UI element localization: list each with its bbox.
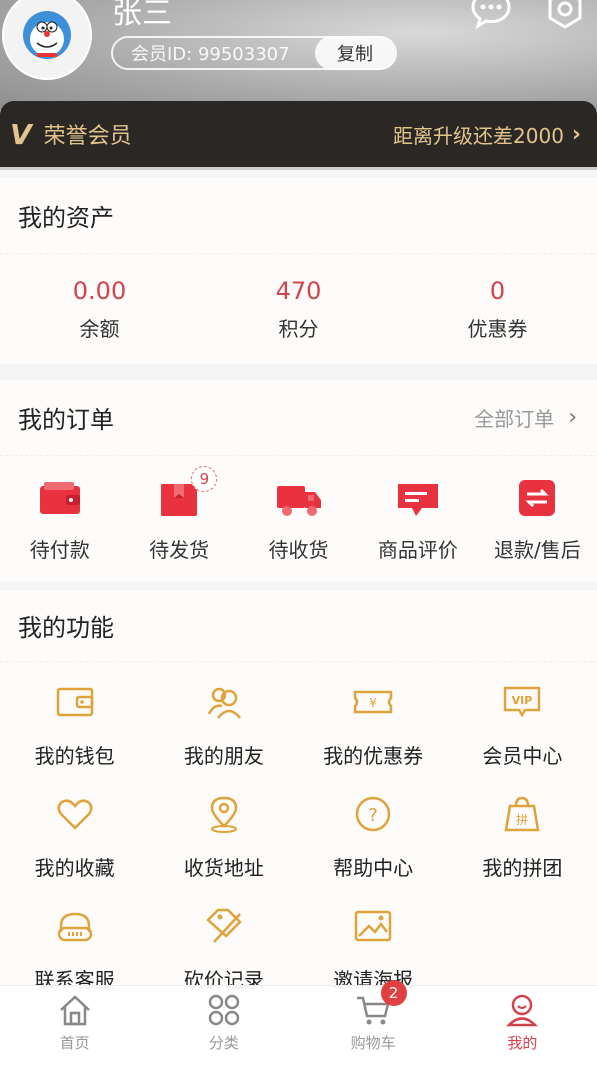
func-address[interactable]: 收货地址: [149, 790, 298, 902]
settings-icon[interactable]: [544, 0, 586, 30]
order-label: 待付款: [29, 538, 90, 562]
func-wallet[interactable]: 我的钱包: [0, 678, 149, 790]
func-label: 我的朋友: [183, 744, 264, 768]
wallet-icon: [39, 482, 80, 514]
member-id-text: 会员ID: 99503307: [131, 44, 290, 65]
svg-text:VIP: VIP: [512, 694, 533, 707]
func-label: 我的优惠券: [323, 744, 424, 768]
func-coupons[interactable]: ¥ 我的优惠券: [299, 678, 448, 790]
order-badge: 9: [191, 466, 218, 492]
asset-value: 470: [275, 276, 322, 305]
copy-button[interactable]: 复制: [315, 36, 395, 70]
tab-home[interactable]: 首页: [0, 986, 149, 1065]
asset-value: 0.00: [72, 276, 127, 305]
order-label: 商品评价: [377, 538, 458, 562]
asset-label: 余额: [79, 316, 120, 341]
order-label: 退款/售后: [493, 538, 581, 562]
comment-icon: [397, 484, 438, 516]
upgrade-link[interactable]: 距离升级还差2000 ›: [393, 120, 581, 149]
assets-card: 我的资产 0.00 余额 470 积分 0 优惠券: [0, 178, 597, 364]
all-orders-link[interactable]: 全部订单 ›: [474, 403, 577, 432]
asset-balance[interactable]: 0.00 余额: [0, 277, 199, 342]
cartoon-avatar-icon: [23, 11, 71, 59]
coupon-icon: ¥: [353, 690, 393, 714]
headset-icon: [57, 912, 92, 942]
func-label: 我的钱包: [34, 744, 115, 768]
func-friends[interactable]: 我的朋友: [149, 678, 298, 790]
func-group-buy[interactable]: 拼 我的拼团: [448, 790, 597, 902]
poster-icon: [354, 910, 392, 942]
func-label: 我的收藏: [34, 856, 115, 880]
upgrade-text: 距离升级还差2000: [393, 123, 564, 148]
svg-text:¥: ¥: [369, 696, 377, 710]
func-vip-center[interactable]: VIP 会员中心: [448, 678, 597, 790]
order-review[interactable]: 商品评价: [358, 478, 477, 563]
orders-card: 我的订单 全部订单 › 待付款 9 待发货 待收货 商品评价 退款/售后: [0, 380, 597, 581]
category-icon: [208, 994, 240, 1026]
tab-label: 首页: [59, 1034, 90, 1052]
orders-title: 我的订单: [18, 406, 114, 434]
refund-icon: [519, 480, 556, 516]
order-label: 待发货: [149, 538, 210, 562]
func-favorites[interactable]: 我的收藏: [0, 790, 149, 902]
tab-cart[interactable]: 2 购物车: [299, 980, 448, 1065]
asset-value: 0: [489, 276, 506, 305]
svg-text:?: ?: [368, 805, 378, 826]
func-label: 帮助中心: [333, 856, 414, 880]
tab-label: 分类: [208, 1034, 239, 1052]
cart-badge: 2: [380, 980, 407, 1006]
group-buy-icon: 拼: [504, 796, 540, 832]
asset-label: 积分: [278, 316, 319, 341]
message-icon[interactable]: [470, 0, 512, 30]
order-label: 待收货: [268, 538, 329, 562]
heart-icon: [57, 799, 93, 830]
all-orders-label: 全部订单: [474, 407, 555, 431]
vip-icon: VIP: [504, 686, 541, 718]
vip-logo-icon: V: [10, 117, 32, 151]
functions-card: 我的功能 我的钱包 我的朋友 ¥ 我的优惠券 VIP 会员中心 我的收藏 收货地…: [0, 590, 597, 992]
location-icon: [210, 796, 238, 833]
asset-coupons[interactable]: 0 优惠券: [398, 277, 597, 342]
member-id: 会员ID: 99503307 复制: [111, 36, 397, 70]
profile-icon: [506, 994, 539, 1027]
username: 张三: [112, 0, 172, 31]
wallet-icon: [56, 687, 93, 717]
bottom-tab-bar: 首页 分类 2 购物车 我的: [0, 980, 597, 1065]
svg-text:拼: 拼: [516, 813, 528, 827]
func-label: 收货地址: [183, 856, 264, 880]
tab-category[interactable]: 分类: [149, 986, 298, 1065]
tab-profile[interactable]: 我的: [448, 986, 597, 1065]
truck-icon: [276, 486, 321, 516]
tab-label: 购物车: [350, 1034, 396, 1052]
profile-header: 张三 会员ID: 99503307 复制 V 荣誉会员 距离升级还差2000 ›: [0, 0, 597, 170]
home-icon: [59, 995, 90, 1026]
func-help[interactable]: ? 帮助中心: [299, 790, 448, 902]
order-refund[interactable]: 退款/售后: [478, 478, 597, 563]
tab-label: 我的: [507, 1034, 538, 1052]
asset-label: 优惠券: [467, 316, 528, 341]
functions-title: 我的功能: [18, 614, 114, 642]
help-icon: ?: [355, 796, 391, 832]
asset-points[interactable]: 470 积分: [199, 277, 398, 342]
bargain-tag-icon: [206, 908, 242, 943]
assets-title: 我的资产: [18, 204, 114, 232]
friends-icon: [207, 687, 241, 719]
vip-bar[interactable]: V 荣誉会员 距离升级还差2000 ›: [0, 101, 597, 167]
order-pending-shipment[interactable]: 9 待发货: [119, 466, 238, 563]
chevron-right-icon: ›: [571, 121, 581, 147]
order-pending-payment[interactable]: 待付款: [0, 478, 119, 563]
func-label: 我的拼团: [482, 856, 563, 880]
chevron-right-icon: ›: [568, 405, 577, 430]
vip-level: 荣誉会员: [43, 124, 132, 149]
order-pending-receipt[interactable]: 待收货: [239, 478, 358, 563]
func-label: 会员中心: [482, 744, 563, 768]
